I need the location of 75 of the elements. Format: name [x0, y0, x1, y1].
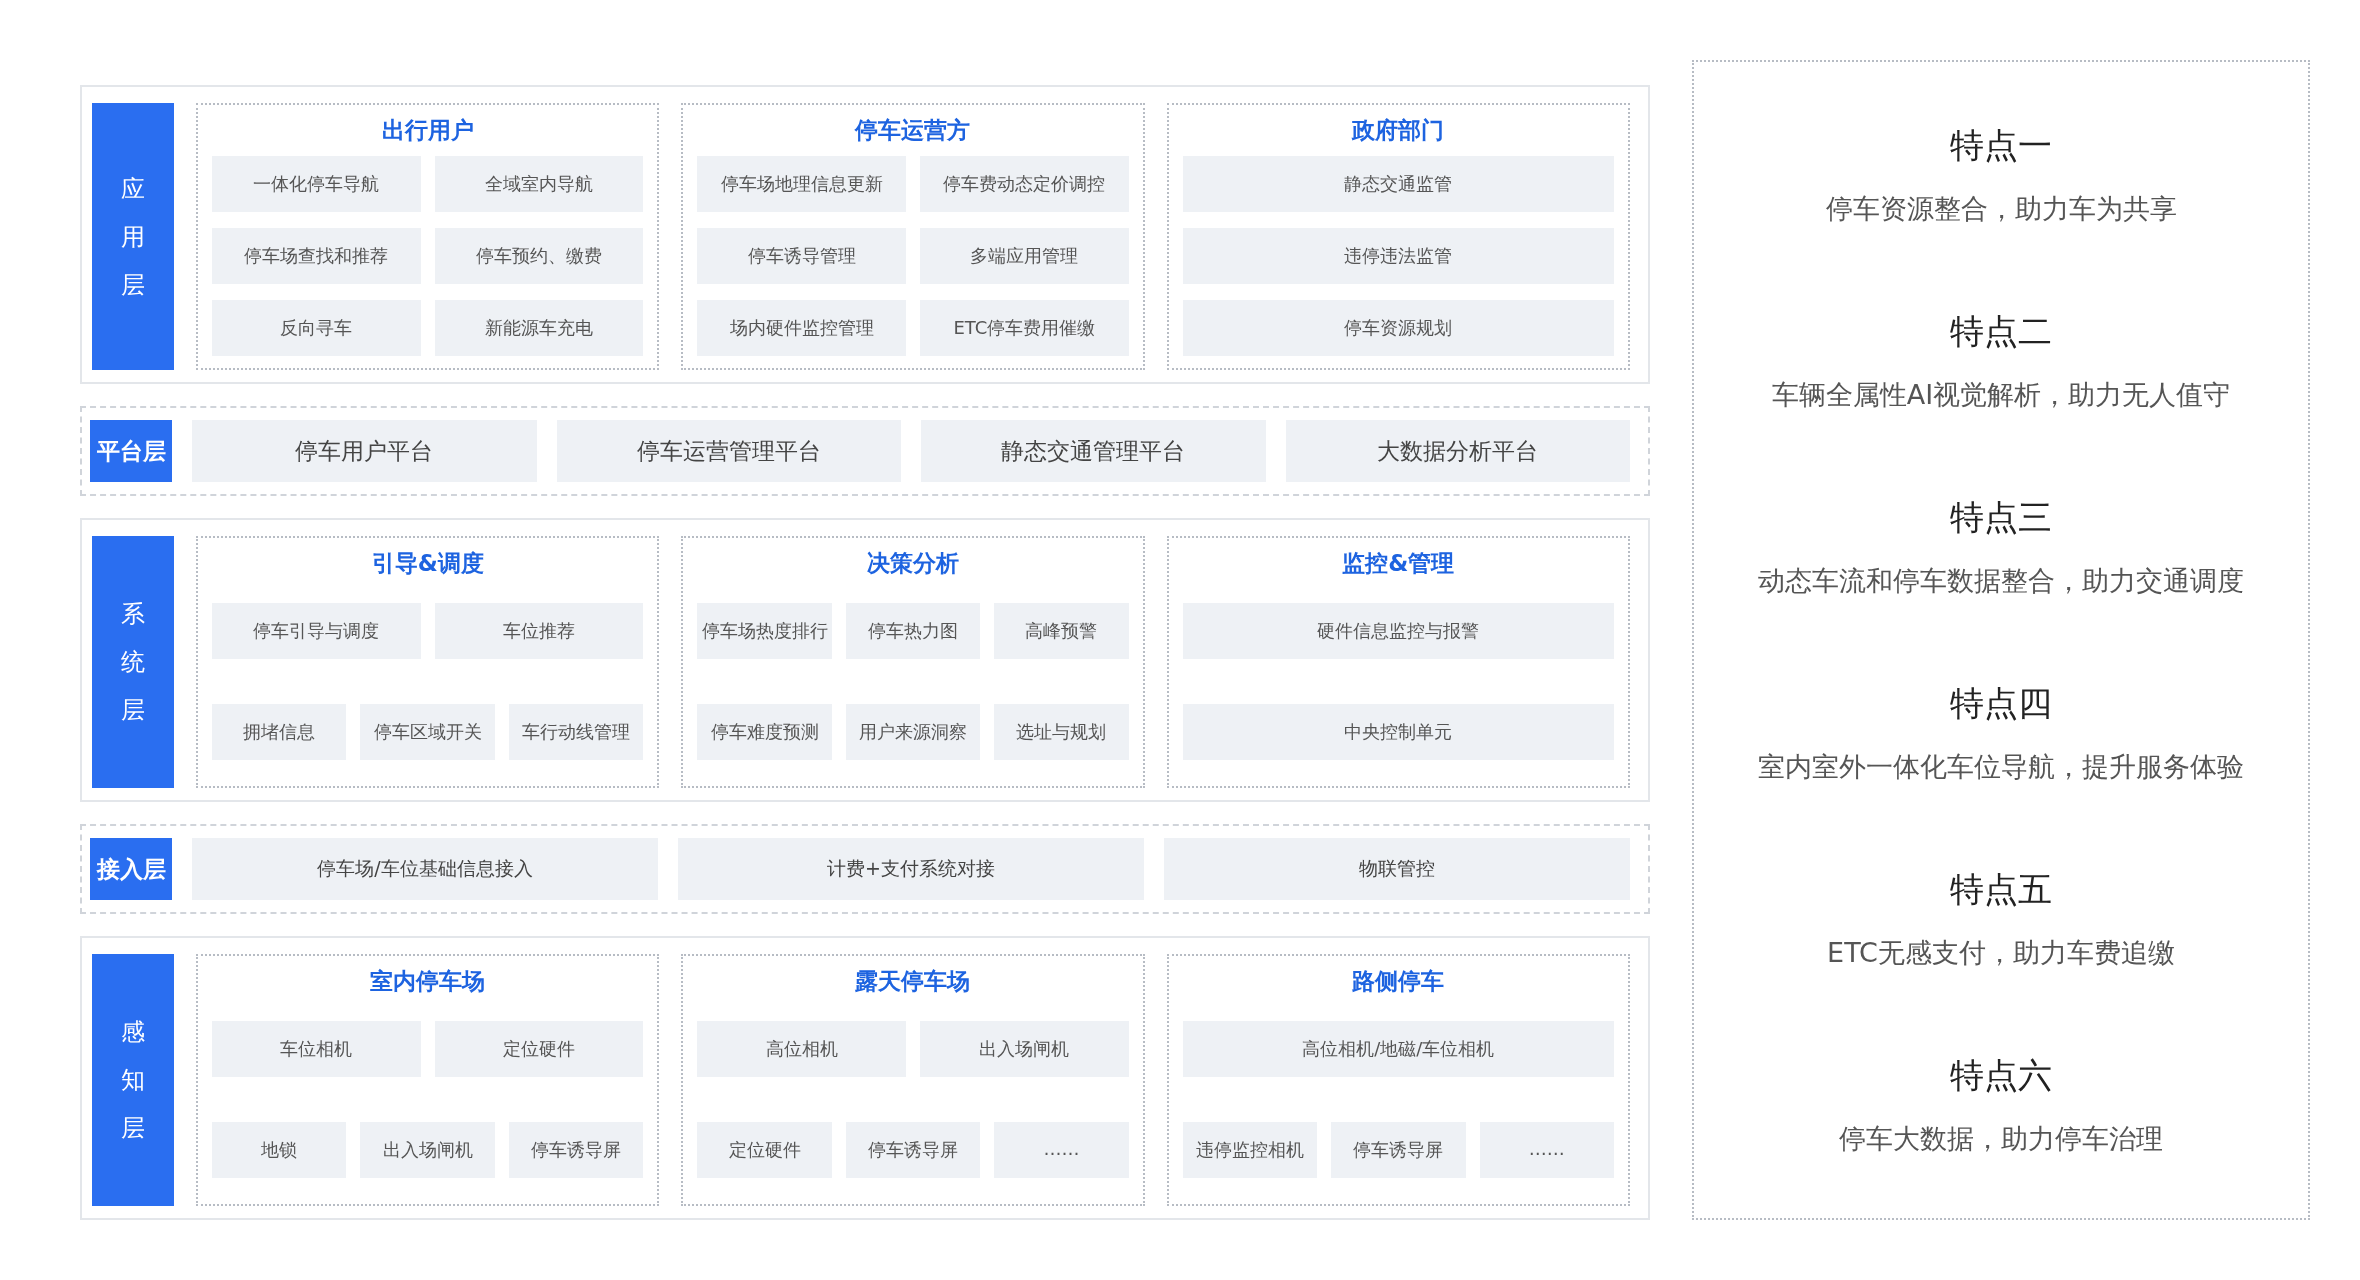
- module-cell: 拥堵信息: [212, 703, 347, 760]
- module-cell: 计费+支付系统对接: [678, 838, 1144, 900]
- module-cell: 停车场查找和推荐: [212, 228, 421, 284]
- module-cell: 停车费动态定价调控: [920, 156, 1129, 212]
- module-cell: 硬件信息监控与报警: [1182, 603, 1614, 660]
- module-cell: 停车诱导屏: [508, 1121, 644, 1178]
- feature-title: 特点六: [1950, 1054, 2052, 1097]
- module-cell: 静态交通监管: [1182, 156, 1614, 212]
- feature-title: 特点二: [1950, 310, 2052, 353]
- group-title: 路侧停车: [1351, 967, 1446, 996]
- module-cell: 定位硬件: [434, 1021, 644, 1078]
- module-cell: 定位硬件: [697, 1121, 832, 1178]
- module-cell: 物联管控: [1164, 838, 1630, 900]
- module-cell: ……: [1479, 1121, 1614, 1178]
- feature-title: 特点五: [1950, 868, 2052, 911]
- layer-label: 应用层: [92, 103, 174, 370]
- module-cell: 停车场热度排行: [697, 603, 832, 660]
- feature-text: 停车资源整合，助力车为共享: [1825, 192, 2177, 226]
- module-cell: 停车诱导屏: [845, 1121, 981, 1178]
- module-cell: 用户来源洞察: [845, 703, 981, 760]
- module-cell: 新能源车充电: [434, 300, 644, 356]
- module-cell: 场内硬件监控管理: [697, 300, 906, 356]
- group-title: 监控&管理: [1341, 549, 1456, 578]
- module-cell: ETC停车费用催缴: [920, 300, 1129, 356]
- feature-text: 动态车流和停车数据整合，助力交通调度: [1758, 564, 2244, 598]
- module-cell: 停车场地理信息更新: [697, 156, 906, 212]
- module-cell: 地锁: [212, 1121, 347, 1178]
- module-cell: 中央控制单元: [1182, 703, 1614, 760]
- module-cell: 停车诱导屏: [1331, 1121, 1466, 1178]
- module-cell: 出入场闸机: [920, 1021, 1129, 1078]
- module-cell: 选址与规划: [994, 703, 1129, 760]
- module-cell: 停车诱导管理: [697, 228, 906, 284]
- module-cell: 车位相机: [212, 1021, 421, 1078]
- layer-label: 感知层: [92, 954, 174, 1206]
- module-cell: 高位相机: [697, 1021, 906, 1078]
- module-cell: 静态交通管理平台: [921, 420, 1266, 482]
- feature-text: 车辆全属性AI视觉解析，助力无人值守: [1771, 378, 2231, 412]
- group-title: 露天停车场: [854, 967, 972, 996]
- feature-text: 停车大数据，助力停车治理: [1839, 1122, 2163, 1156]
- group-title: 出行用户: [380, 116, 475, 145]
- group-title: 决策分析: [866, 549, 960, 578]
- module-cell: 违停监控相机: [1182, 1121, 1318, 1178]
- module-cell: 高峰预警: [994, 603, 1129, 660]
- module-cell: 停车运营管理平台: [556, 420, 901, 482]
- module-cell: 停车引导与调度: [212, 603, 421, 660]
- module-cell: 停车预约、缴费: [434, 228, 644, 284]
- module-cell: 车位推荐: [434, 603, 644, 660]
- module-cell: 出入场闸机: [360, 1121, 495, 1178]
- module-cell: 停车热力图: [845, 603, 981, 660]
- layer-label: 接入层: [90, 838, 172, 900]
- layer-label: 系统层: [92, 536, 174, 788]
- module-cell: 多端应用管理: [920, 228, 1129, 284]
- layer-label: 平台层: [90, 420, 172, 482]
- feature-text: 室内室外一体化车位导航，提升服务体验: [1758, 750, 2244, 784]
- feature-title: 特点一: [1950, 124, 2052, 167]
- module-cell: 停车难度预测: [697, 703, 832, 760]
- module-cell: 高位相机/地磁/车位相机: [1182, 1021, 1614, 1078]
- module-cell: 停车区域开关: [360, 703, 495, 760]
- module-cell: 大数据分析平台: [1285, 420, 1630, 482]
- module-cell: 车行动线管理: [508, 703, 644, 760]
- module-cell: 一体化停车导航: [212, 156, 421, 212]
- module-cell: 全域室内导航: [434, 156, 644, 212]
- module-cell: ……: [994, 1121, 1129, 1178]
- module-cell: 停车资源规划: [1182, 300, 1614, 356]
- module-cell: 停车用户平台: [192, 420, 537, 482]
- module-cell: 违停违法监管: [1182, 228, 1614, 284]
- group-title: 室内停车场: [369, 967, 487, 996]
- module-cell: 反向寻车: [212, 300, 421, 356]
- group-title: 引导&调度: [370, 549, 485, 578]
- group-title: 政府部门: [1350, 116, 1446, 145]
- feature-title: 特点三: [1950, 496, 2052, 539]
- group-title: 停车运营方: [853, 116, 972, 145]
- feature-text: ETC无感支付，助力车费追缴: [1827, 936, 2175, 970]
- module-cell: 停车场/车位基础信息接入: [192, 838, 658, 900]
- feature-title: 特点四: [1950, 682, 2052, 725]
